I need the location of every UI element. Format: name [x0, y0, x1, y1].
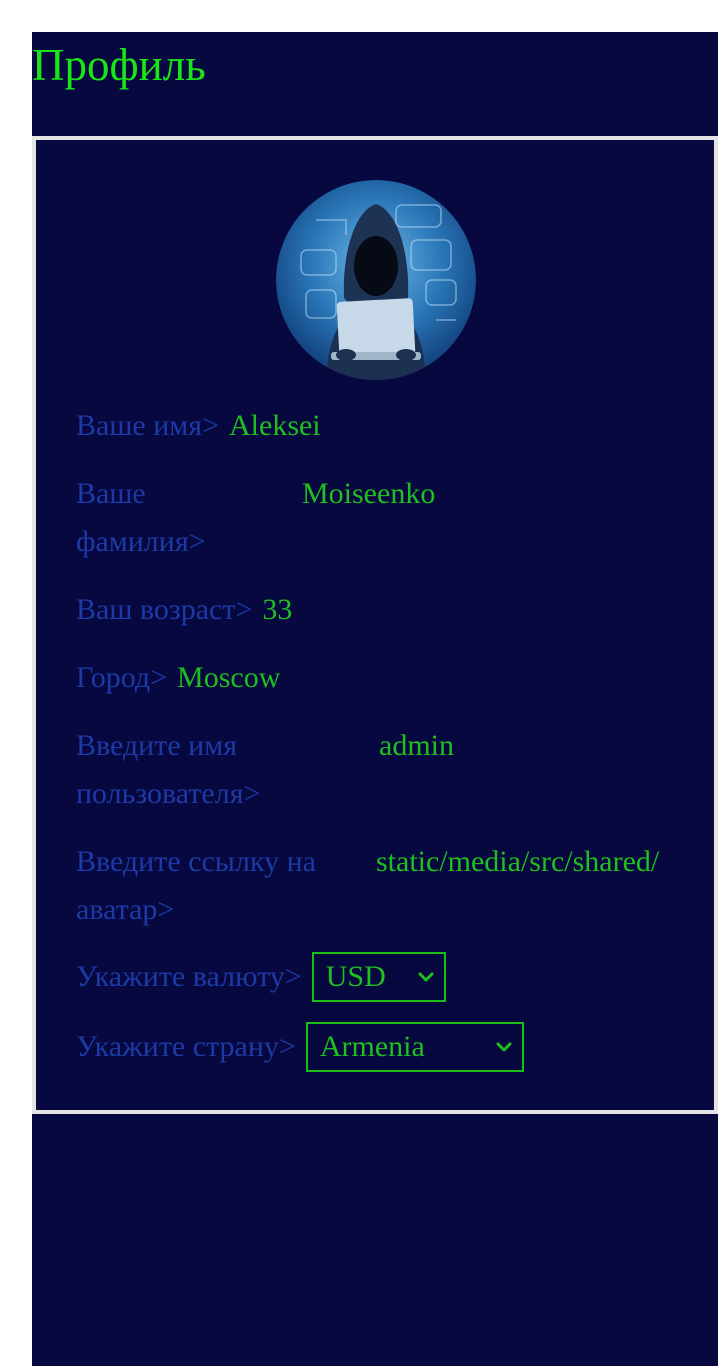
currency-label: Укажите валюту> [76, 960, 302, 993]
currency-row: Укажите валюту> USD [76, 952, 446, 1002]
country-select[interactable]: Armenia [305, 1022, 524, 1072]
footer-area [32, 1114, 718, 1366]
username-value[interactable]: admin [379, 722, 454, 770]
page-title: Профиль [32, 40, 206, 90]
avatar-image [276, 180, 476, 380]
username-row: Введите имя пользователя> admin [76, 722, 454, 818]
country-selected-value: Armenia [319, 1030, 425, 1063]
surname-row: Ваше фамилия> Moiseenko [76, 470, 435, 566]
city-row: Город> Moscow [76, 654, 280, 702]
username-label: Введите имя пользователя> [76, 729, 261, 810]
name-label: Ваше имя> [76, 409, 219, 442]
hooded-hacker-avatar-icon [276, 180, 476, 380]
page-header: Профиль [32, 32, 718, 136]
age-value[interactable]: 33 [262, 586, 292, 634]
profile-card: Ваше имя> Aleksei Ваше фамилия> Moiseenk… [32, 136, 718, 1114]
name-row: Ваше имя> Aleksei [76, 402, 321, 450]
age-row: Ваш возраст> 33 [76, 586, 292, 634]
chevron-down-icon [418, 972, 434, 982]
surname-value[interactable]: Moiseenko [302, 470, 435, 518]
avatar-url-label: Введите ссылку на аватар> [76, 845, 316, 926]
avatar-url-row: Введите ссылку на аватар> static/media/s… [76, 838, 674, 934]
currency-selected-value: USD [325, 960, 386, 993]
city-value[interactable]: Moscow [177, 654, 280, 702]
chevron-down-icon [496, 1042, 512, 1052]
surname-label: Ваше фамилия> [76, 477, 206, 558]
age-label: Ваш возраст> [76, 593, 253, 626]
avatar-url-value[interactable]: static/media/src/shared/ [376, 838, 674, 886]
city-label: Город> [76, 661, 168, 694]
name-value[interactable]: Aleksei [229, 402, 321, 450]
currency-select[interactable]: USD [311, 952, 446, 1002]
country-row: Укажите страну> Armenia [76, 1022, 524, 1072]
country-label: Укажите страну> [76, 1030, 296, 1063]
